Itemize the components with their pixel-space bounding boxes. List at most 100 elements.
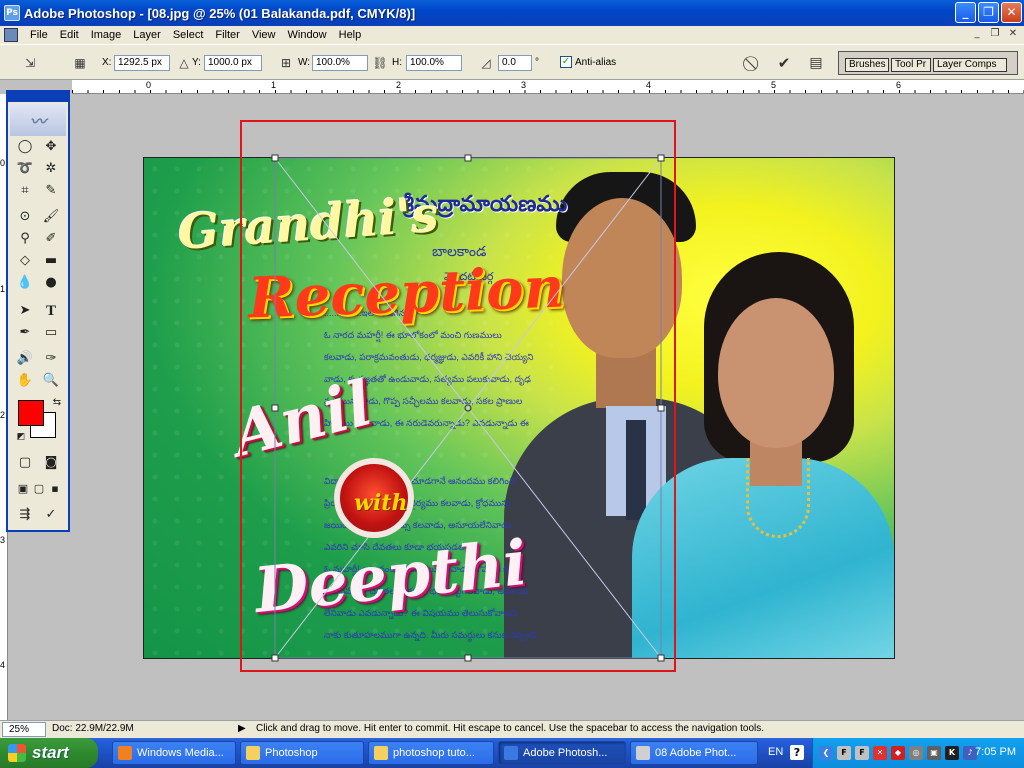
swap-colors-icon[interactable]: ⇆ [46,392,68,414]
title-bar: Ps Adobe Photoshop - [08.jpg @ 25% (01 B… [0,0,1024,26]
quick-mask-icon[interactable]: ◙ [40,452,62,474]
document-size-info[interactable]: Doc: 22.9M/22.9M [52,723,134,734]
menu-file[interactable]: File [24,26,54,44]
menu-layer[interactable]: Layer [127,26,167,44]
tray-app-icon-3[interactable]: ▣ [927,746,941,760]
foreground-color-swatch[interactable] [18,400,44,426]
healing-brush-icon[interactable]: ⊙ [14,206,36,228]
eraser-icon[interactable]: ◇ [14,250,36,272]
width-input[interactable]: 100.0% [312,55,368,71]
start-button[interactable]: start [0,738,98,768]
ruler-top-1: 1 [271,80,277,90]
edit-in-imageready-icon[interactable]: ✓ [40,504,62,526]
type-tool-icon[interactable]: T [40,300,62,322]
antivirus-icon[interactable]: ◆ [891,746,905,760]
task-adobe-photoshop[interactable]: Adobe Photosh... [498,741,626,765]
task-08-adobe-photoshop[interactable]: 08 Adobe Phot... [630,741,758,765]
eyedropper-icon[interactable]: ✑ [40,348,62,370]
cancel-transform-icon[interactable]: ⃠ [746,55,762,71]
tray-arrow-icon[interactable]: ❮ [819,746,833,760]
elliptical-marquee-icon[interactable]: ◯ [14,136,36,158]
doc-minimize-button[interactable]: _ [970,27,984,41]
standard-mode-icon[interactable]: ▢ [14,452,36,474]
task-photoshop-folder[interactable]: Photoshop [240,741,364,765]
height-input[interactable]: 100.0% [406,55,462,71]
doc-close-button[interactable]: ✕ [1006,27,1020,41]
tools-palette: 〰 ◯ ✥ ➰ ✲ ⌗ ✎ ⊙ 🖌 ⚲ ✐ ◇ ▬ 💧 ● ➤ T ✒ ▭ 🔊 … [6,90,70,532]
task-windows-media[interactable]: Windows Media... [112,741,236,765]
folder-icon [374,746,388,760]
hand-tool-icon[interactable]: ✋ [14,370,36,392]
ruler-left-3: 3 [0,535,6,545]
horizontal-ruler[interactable]: 0 1 2 3 4 5 6 [72,80,1024,94]
system-tray: ❮ F F ✕ ◆ ◎ ▣ K ♪ 7:05 PM [812,738,1024,768]
menu-select[interactable]: Select [167,26,210,44]
default-colors-icon[interactable]: ◩ [10,426,32,448]
palette-well: Brushes Tool Pr Layer Comps [838,51,1018,75]
tools-palette-titlebar[interactable] [8,92,68,102]
start-label: start [32,743,69,762]
link-icon[interactable]: ⛓ [372,55,388,71]
relative-position-icon[interactable]: △ [176,55,192,71]
y-input[interactable]: 1000.0 px [204,55,262,71]
close-button[interactable]: ✕ [1001,2,1022,23]
document-icon[interactable] [4,28,18,42]
gradient-tool-icon[interactable]: ▬ [40,250,62,272]
antialias-checkbox[interactable]: ✓ [560,56,572,68]
security-alert-icon[interactable]: ✕ [873,746,887,760]
tab-brushes[interactable]: Brushes [845,58,889,72]
magic-wand-icon[interactable]: ✲ [40,158,62,180]
screen-mode-full-icon[interactable]: ▪ [44,478,66,500]
crop-tool-icon[interactable]: ⌗ [14,180,36,202]
clone-stamp-icon[interactable]: ⚲ [14,228,36,250]
tab-layer-comps[interactable]: Layer Comps [933,58,1007,72]
menu-view[interactable]: View [246,26,282,44]
zoom-tool-icon[interactable]: 🔍 [40,370,62,392]
k7-icon[interactable]: K [945,746,959,760]
task-label: Photoshop [265,747,318,759]
brush-tool-icon[interactable]: 🖌 [40,206,62,228]
doc-restore-button[interactable]: ❐ [988,27,1002,41]
x-input[interactable]: 1292.5 px [114,55,170,71]
tray-app-icon-1[interactable]: F [837,746,851,760]
reference-point-icon[interactable]: ▦ [72,55,88,71]
network-icon[interactable]: ◎ [909,746,923,760]
menu-edit[interactable]: Edit [54,26,85,44]
tray-app-icon-2[interactable]: F [855,746,869,760]
blur-tool-icon[interactable]: 💧 [14,272,36,294]
notes-tool-icon[interactable]: 🔊 [14,348,36,370]
pen-tool-icon[interactable]: ✒ [14,322,36,344]
lasso-icon[interactable]: ➰ [14,158,36,180]
adobe-online-feather-icon[interactable]: 〰 [10,104,66,136]
move-tool-preset-icon[interactable]: ⇲ [22,55,38,71]
angle-unit: ° [535,57,539,68]
path-selection-icon[interactable]: ➤ [14,300,36,322]
angle-input[interactable]: 0.0 [498,55,532,71]
menu-window[interactable]: Window [282,26,333,44]
menu-help[interactable]: Help [333,26,368,44]
language-indicator[interactable]: EN [768,746,783,758]
ruler-left-1: 1 [0,284,6,294]
zoom-field[interactable]: 25% [2,722,46,737]
ruler-left-4: 4 [0,660,6,670]
status-menu-arrow-icon[interactable]: ▶ [238,723,246,734]
move-tool-icon[interactable]: ✥ [40,136,62,158]
slice-tool-icon[interactable]: ✎ [40,180,62,202]
w-label: W: [298,57,311,68]
menu-image[interactable]: Image [85,26,128,44]
file-browser-icon[interactable]: ▤ [808,55,824,71]
help-icon[interactable]: ? [790,745,804,760]
minimize-button[interactable]: _ [955,2,976,23]
shape-tool-icon[interactable]: ▭ [40,322,62,344]
task-photoshop-tutorial-folder[interactable]: photoshop tuto... [368,741,494,765]
photoshop-app-icon[interactable]: Ps [4,5,20,21]
windows-logo-icon [8,744,26,762]
dodge-tool-icon[interactable]: ● [40,272,62,294]
commit-transform-icon[interactable]: ✔ [776,55,792,71]
task-label: Adobe Photosh... [523,747,608,759]
history-brush-icon[interactable]: ✐ [40,228,62,250]
jump-to-imageready-icon[interactable]: ⇶ [14,504,36,526]
tab-tool-presets[interactable]: Tool Pr [891,58,931,72]
menu-filter[interactable]: Filter [209,26,245,44]
restore-button[interactable]: ❐ [978,2,999,23]
